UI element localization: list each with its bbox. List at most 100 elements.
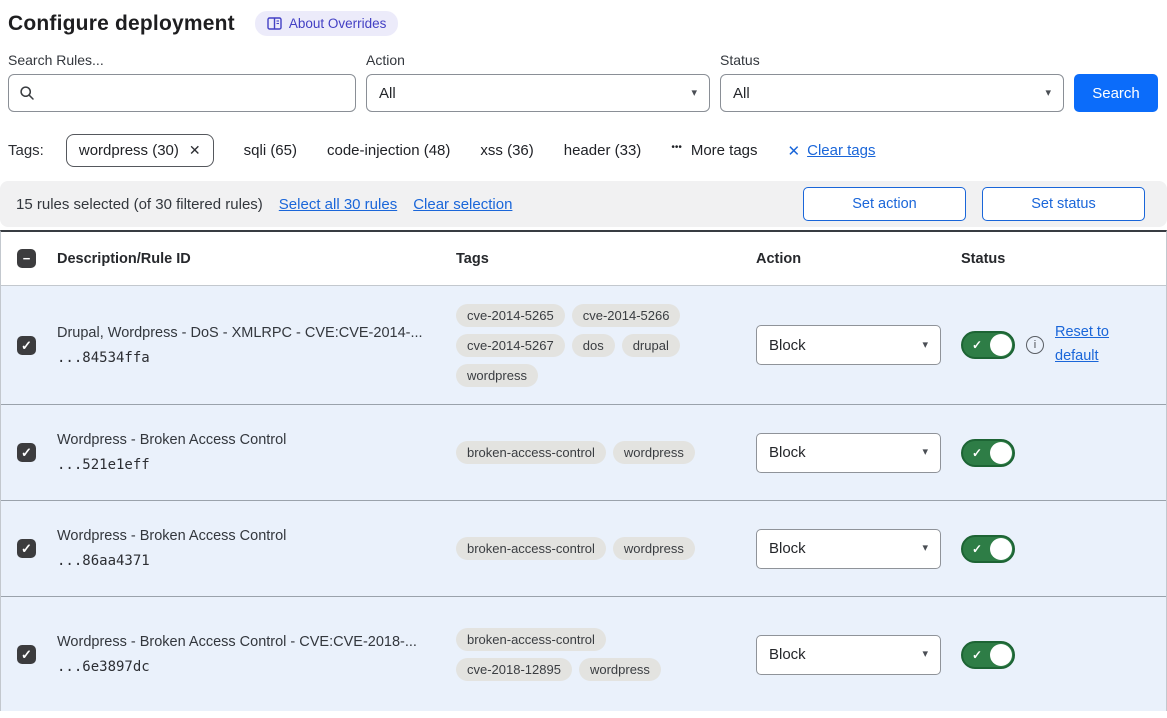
status-toggle[interactable]: ✓	[961, 535, 1015, 563]
rule-description: Wordpress - Broken Access Control	[57, 432, 433, 448]
check-icon: ✓	[21, 542, 32, 555]
action-select[interactable]: Block ▾	[756, 529, 941, 569]
header-action: Action	[756, 251, 951, 267]
rules-table-body: ✓ Drupal, Wordpress - DoS - XMLRPC - CVE…	[1, 286, 1166, 711]
tag-pill: cve-2018-12895	[456, 658, 572, 681]
status-toggle[interactable]: ✓	[961, 439, 1015, 467]
remove-tag-icon[interactable]: ✕	[189, 142, 201, 159]
tag-pill: cve-2014-5266	[572, 304, 681, 327]
row-checkbox[interactable]: ✓	[17, 539, 36, 558]
toggle-knob	[990, 644, 1012, 666]
tags-label: Tags:	[8, 142, 44, 159]
tag-filter-header[interactable]: header (33)	[564, 142, 642, 159]
set-status-button[interactable]: Set status	[982, 187, 1145, 221]
tag-pill: broken-access-control	[456, 441, 606, 464]
minus-icon: −	[23, 252, 31, 265]
rule-tags: broken-access-control wordpress	[447, 441, 756, 464]
rule-tags: cve-2014-5265cve-2014-5266cve-2014-5267d…	[447, 304, 756, 387]
chevron-down-icon: ▾	[1045, 88, 1051, 99]
action-select-value: Block	[769, 337, 806, 354]
check-icon: ✓	[972, 648, 982, 662]
action-select[interactable]: Block ▾	[756, 433, 941, 473]
rule-tags: broken-access-controlcve-2018-12895wordp…	[447, 628, 756, 681]
search-rules-input[interactable]	[43, 85, 345, 102]
page-header: Configure deployment About Overrides	[8, 0, 1159, 36]
action-filter-label: Action	[366, 52, 710, 68]
row-checkbox-cell: ✓	[1, 645, 47, 664]
rules-table: − Description/Rule ID Tags Action Status…	[0, 230, 1167, 711]
search-rules-box[interactable]	[8, 74, 356, 112]
rule-status-cell: ✓	[951, 641, 1166, 669]
action-filter-value: All	[379, 85, 396, 102]
tag-pill: wordpress	[613, 441, 695, 464]
tag-filter-sqli[interactable]: sqli (65)	[244, 142, 297, 159]
status-filter-label: Status	[720, 52, 1064, 68]
rule-description-cell: Wordpress - Broken Access Control ...86a…	[47, 528, 447, 569]
header-description: Description/Rule ID	[47, 251, 447, 267]
action-select[interactable]: Block ▾	[756, 325, 941, 365]
tag-pill: broken-access-control	[456, 537, 606, 560]
search-button[interactable]: Search	[1074, 74, 1158, 112]
row-checkbox[interactable]: ✓	[17, 336, 36, 355]
rule-tags: broken-access-control wordpress	[447, 537, 756, 560]
tag-pill: broken-access-control	[456, 628, 606, 651]
action-select[interactable]: Block ▾	[756, 635, 941, 675]
select-all-link[interactable]: Select all 30 rules	[279, 196, 397, 213]
close-icon: ✕	[788, 142, 801, 160]
status-filter-value: All	[733, 85, 750, 102]
toggle-knob	[990, 334, 1012, 356]
chevron-down-icon: ▾	[922, 649, 928, 660]
select-all-checkbox[interactable]: −	[17, 249, 36, 268]
rule-action-cell: Block ▾	[756, 529, 951, 569]
tag-pill: wordpress	[613, 537, 695, 560]
tags-bar: Tags: wordpress (30) ✕ sqli (65) code-in…	[8, 134, 1159, 167]
selected-tag-chip-wordpress[interactable]: wordpress (30) ✕	[66, 134, 214, 167]
table-row: ✓ Wordpress - Broken Access Control - CV…	[1, 596, 1166, 711]
table-row: ✓ Wordpress - Broken Access Control ...5…	[1, 404, 1166, 500]
header-status: Status	[951, 251, 1166, 267]
header-tags: Tags	[447, 251, 756, 267]
check-icon: ✓	[972, 338, 982, 352]
rule-id: ...86aa4371	[57, 553, 433, 569]
book-icon	[267, 17, 282, 30]
status-toggle[interactable]: ✓	[961, 331, 1015, 359]
rule-id: ...521e1eff	[57, 457, 433, 473]
selection-bar: 15 rules selected (of 30 filtered rules)…	[0, 181, 1167, 227]
toggle-knob	[990, 538, 1012, 560]
table-row: ✓ Drupal, Wordpress - DoS - XMLRPC - CVE…	[1, 286, 1166, 404]
rule-status-cell: ✓	[951, 439, 1166, 467]
info-icon[interactable]: i	[1026, 336, 1044, 354]
rule-description-cell: Wordpress - Broken Access Control - CVE:…	[47, 634, 447, 675]
check-icon: ✓	[21, 339, 32, 352]
row-checkbox[interactable]: ✓	[17, 645, 36, 664]
header-checkbox-cell: −	[1, 249, 47, 268]
tag-pill: wordpress	[456, 364, 538, 387]
about-overrides-label: About Overrides	[289, 16, 387, 31]
check-icon: ✓	[21, 446, 32, 459]
status-toggle[interactable]: ✓	[961, 641, 1015, 669]
chevron-down-icon: ▾	[922, 447, 928, 458]
row-checkbox[interactable]: ✓	[17, 443, 36, 462]
clear-tags-button[interactable]: ✕ Clear tags	[788, 142, 876, 160]
tag-filter-code-injection[interactable]: code-injection (48)	[327, 142, 450, 159]
toggle-knob	[990, 442, 1012, 464]
page-top: Configure deployment About Overrides Sea…	[0, 0, 1167, 167]
filters-row: Search Rules... Action All ▾ Status All …	[8, 52, 1159, 112]
selection-summary: 15 rules selected (of 30 filtered rules)	[16, 196, 263, 213]
tag-filter-xss[interactable]: xss (36)	[480, 142, 533, 159]
rule-action-cell: Block ▾	[756, 325, 951, 365]
rule-id: ...6e3897dc	[57, 659, 433, 675]
action-filter-select[interactable]: All ▾	[366, 74, 710, 112]
ellipsis-icon: •••	[671, 142, 682, 153]
more-tags-label: More tags	[691, 142, 758, 159]
rule-description: Drupal, Wordpress - DoS - XMLRPC - CVE:C…	[57, 325, 433, 341]
tag-pill: cve-2014-5265	[456, 304, 565, 327]
chevron-down-icon: ▾	[922, 340, 928, 351]
more-tags-button[interactable]: ••• More tags	[671, 142, 757, 159]
row-checkbox-cell: ✓	[1, 539, 47, 558]
reset-to-default-link[interactable]: Reset to default	[1055, 321, 1121, 369]
set-action-button[interactable]: Set action	[803, 187, 966, 221]
status-filter-select[interactable]: All ▾	[720, 74, 1064, 112]
about-overrides-badge[interactable]: About Overrides	[255, 11, 399, 36]
clear-selection-link[interactable]: Clear selection	[413, 196, 512, 213]
